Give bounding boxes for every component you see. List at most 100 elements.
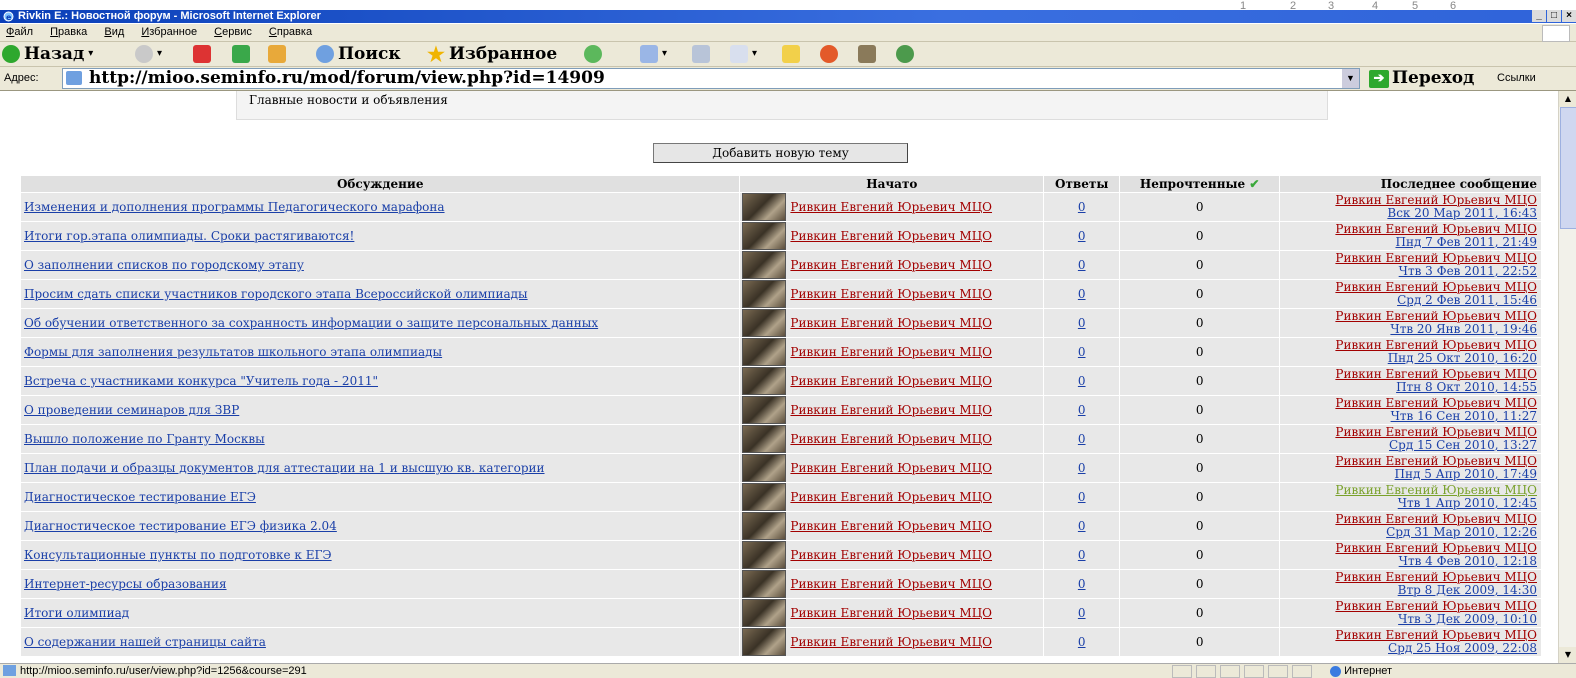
replies-link[interactable]: 0 [1078, 606, 1086, 620]
avatar[interactable] [742, 396, 787, 424]
avatar[interactable] [742, 570, 787, 598]
author-link[interactable]: Ривкин Евгений Юрьевич МЦО [790, 461, 992, 475]
replies-link[interactable]: 0 [1078, 519, 1086, 533]
topic-link[interactable]: Итоги олимпиад [24, 606, 129, 620]
last-post-date-link[interactable]: Срд 2 Фев 2011, 15:46 [1282, 294, 1537, 307]
author-link[interactable]: Ривкин Евгений Юрьевич МЦО [790, 432, 992, 446]
print-button[interactable] [692, 42, 710, 66]
menu-file[interactable]: Файл [6, 26, 33, 38]
forward-button[interactable]: ▾ [135, 42, 162, 66]
replies-link[interactable]: 0 [1078, 258, 1086, 272]
scroll-thumb[interactable] [1560, 107, 1576, 229]
avatar[interactable] [742, 628, 787, 656]
avatar[interactable] [742, 251, 787, 279]
home-button[interactable] [268, 42, 286, 66]
author-link[interactable]: Ривкин Евгений Юрьевич МЦО [790, 635, 992, 649]
close-button[interactable]: × [1562, 10, 1576, 22]
window-titlebar[interactable]: e Rivkin E.: Новостной форум - Microsoft… [0, 10, 1576, 23]
author-link[interactable]: Ривкин Евгений Юрьевич МЦО [790, 345, 992, 359]
author-link[interactable]: Ривкин Евгений Юрьевич МЦО [790, 316, 992, 330]
stop-button[interactable] [193, 42, 211, 66]
research-button[interactable] [858, 42, 876, 66]
last-post-date-link[interactable]: Пнд 5 Апр 2010, 17:49 [1282, 468, 1537, 481]
replies-link[interactable]: 0 [1078, 548, 1086, 562]
topic-link[interactable]: О содержании нашей страницы сайта [24, 635, 266, 649]
last-post-date-link[interactable]: Чтв 16 Сен 2010, 11:27 [1282, 410, 1537, 423]
links-button[interactable]: Ссылки [1497, 67, 1536, 90]
messenger-button[interactable] [820, 42, 838, 66]
author-link[interactable]: Ривкин Евгений Юрьевич МЦО [790, 490, 992, 504]
last-post-date-link[interactable]: Пнд 7 Фев 2011, 21:49 [1282, 236, 1538, 249]
menu-edit[interactable]: Правка [50, 26, 87, 38]
replies-link[interactable]: 0 [1078, 200, 1086, 214]
maximize-button[interactable]: □ [1547, 10, 1561, 22]
topic-link[interactable]: Формы для заполнения результатов школьно… [24, 345, 442, 359]
replies-link[interactable]: 0 [1078, 461, 1086, 475]
folder-button[interactable] [782, 42, 800, 66]
avatar[interactable] [742, 512, 787, 540]
scroll-up-icon[interactable]: ▲ [1559, 91, 1576, 107]
topic-link[interactable]: Вышло положение по Гранту Москвы [24, 432, 265, 446]
menu-favorites[interactable]: Избранное [141, 26, 197, 38]
topic-link[interactable]: Диагностическое тестирование ЕГЭ физика … [24, 519, 337, 533]
replies-link[interactable]: 0 [1078, 345, 1086, 359]
avatar[interactable] [742, 222, 787, 250]
edit-button[interactable]: ▾ [730, 42, 757, 66]
avatar[interactable] [742, 483, 787, 511]
topic-link[interactable]: Интернет-ресурсы образования [24, 577, 227, 591]
add-topic-button[interactable]: Добавить новую тему [653, 143, 908, 163]
last-post-date-link[interactable]: Вск 20 Мар 2011, 16:43 [1282, 207, 1537, 220]
favorites-button[interactable]: ★ Избранное [427, 42, 557, 66]
replies-link[interactable]: 0 [1078, 374, 1086, 388]
topic-link[interactable]: О заполнении списков по городскому этапу [24, 258, 304, 272]
avatar[interactable] [742, 367, 787, 395]
topic-link[interactable]: О проведении семинаров для ЗВР [24, 403, 239, 417]
avatar[interactable] [742, 599, 787, 627]
avatar[interactable] [742, 338, 787, 366]
author-link[interactable]: Ривкин Евгений Юрьевич МЦО [790, 403, 992, 417]
menu-help[interactable]: Справка [269, 26, 312, 38]
mail-button[interactable]: ▾ [640, 42, 667, 66]
avatar[interactable] [742, 541, 787, 569]
last-post-date-link[interactable]: Срд 25 Ноя 2009, 22:08 [1282, 642, 1537, 655]
replies-link[interactable]: 0 [1078, 229, 1086, 243]
topic-link[interactable]: Диагностическое тестирование ЕГЭ [24, 490, 256, 504]
last-post-date-link[interactable]: Срд 15 Сен 2010, 13:27 [1282, 439, 1537, 452]
last-post-date-link[interactable]: Птн 8 Окт 2010, 14:55 [1282, 381, 1537, 394]
topic-link[interactable]: Об обучении ответственного за сохранност… [24, 316, 598, 330]
author-link[interactable]: Ривкин Евгений Юрьевич МЦО [790, 519, 992, 533]
author-link[interactable]: Ривкин Евгений Юрьевич МЦО [790, 548, 992, 562]
header-last-post[interactable]: Последнее сообщение [1279, 175, 1542, 193]
header-unread[interactable]: Непрочтенные ✔ [1119, 175, 1281, 193]
replies-link[interactable]: 0 [1078, 577, 1086, 591]
author-link[interactable]: Ривкин Евгений Юрьевич МЦО [790, 229, 992, 243]
header-replies[interactable]: Ответы [1043, 175, 1121, 193]
replies-link[interactable]: 0 [1078, 403, 1086, 417]
avatar[interactable] [742, 454, 787, 482]
scroll-down-icon[interactable]: ▼ [1559, 647, 1576, 663]
header-discussion[interactable]: Обсуждение [19, 175, 741, 193]
topic-link[interactable]: Изменения и дополнения программы Педагог… [24, 200, 445, 214]
messenger-people-button[interactable] [896, 42, 914, 66]
author-link[interactable]: Ривкин Евгений Юрьевич МЦО [790, 287, 992, 301]
last-post-date-link[interactable]: Втр 8 Дек 2009, 14:30 [1282, 584, 1537, 597]
replies-link[interactable]: 0 [1078, 490, 1086, 504]
topic-link[interactable]: Просим сдать списки участников городског… [24, 287, 528, 301]
menu-view[interactable]: Вид [104, 26, 124, 38]
avatar[interactable] [742, 425, 787, 453]
go-button[interactable]: ➔ Переход [1369, 68, 1474, 89]
replies-link[interactable]: 0 [1078, 432, 1086, 446]
last-post-date-link[interactable]: Чтв 20 Янв 2011, 19:46 [1282, 323, 1537, 336]
vertical-scrollbar[interactable]: ▲ ▼ [1558, 91, 1576, 663]
address-input[interactable]: http://mioo.seminfo.ru/mod/forum/view.ph… [62, 68, 1360, 89]
author-link[interactable]: Ривкин Евгений Юрьевич МЦО [790, 258, 992, 272]
search-button[interactable]: Поиск [316, 42, 401, 66]
back-button[interactable]: Назад ▾ [2, 42, 93, 66]
last-post-date-link[interactable]: Пнд 25 Окт 2010, 16:20 [1282, 352, 1537, 365]
avatar[interactable] [742, 280, 787, 308]
topic-link[interactable]: Консультационные пункты по подготовке к … [24, 548, 332, 562]
header-started[interactable]: Начато [739, 175, 1045, 193]
history-button[interactable] [584, 42, 602, 66]
replies-link[interactable]: 0 [1078, 316, 1086, 330]
author-link[interactable]: Ривкин Евгений Юрьевич МЦО [790, 577, 992, 591]
